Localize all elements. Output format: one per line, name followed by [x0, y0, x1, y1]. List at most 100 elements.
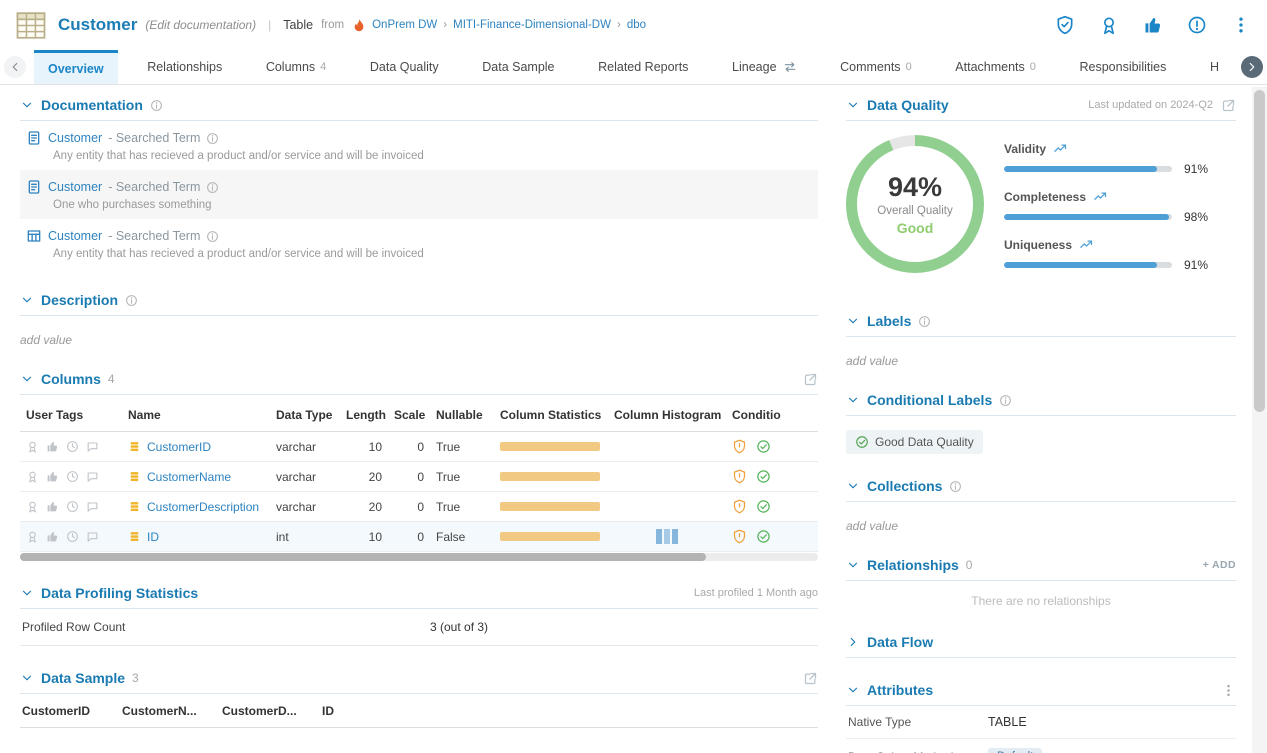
tab-related-reports[interactable]: Related Reports — [584, 50, 702, 84]
tab-data-quality[interactable]: Data Quality — [356, 50, 453, 84]
info-icon[interactable] — [949, 480, 962, 493]
collections-add-value[interactable]: add value — [846, 519, 1236, 533]
page-vertical-scrollbar[interactable] — [1252, 87, 1267, 753]
chevron-down-icon[interactable] — [846, 393, 860, 407]
column-link[interactable]: CustomerName — [128, 470, 264, 484]
comment-icon[interactable] — [86, 530, 99, 543]
external-link-icon[interactable] — [1221, 98, 1236, 113]
columns-horizontal-scrollbar[interactable] — [20, 553, 818, 561]
shield-warning-icon[interactable] — [732, 529, 747, 544]
column-link[interactable]: CustomerID — [128, 440, 264, 454]
tab-columns[interactable]: Columns4 — [252, 50, 340, 84]
tab-overview[interactable]: Overview — [34, 50, 118, 84]
chevron-down-icon[interactable] — [20, 98, 34, 112]
breadcrumb-source[interactable]: OnPrem DW — [372, 19, 437, 31]
info-icon[interactable] — [918, 315, 931, 328]
trend-up-icon[interactable] — [1093, 189, 1108, 204]
add-relationship-button[interactable]: + ADD — [1203, 559, 1236, 571]
tab-comments[interactable]: Comments0 — [826, 50, 926, 84]
chevron-down-icon[interactable] — [20, 293, 34, 307]
info-icon[interactable] — [125, 294, 138, 307]
collections-title[interactable]: Collections — [867, 478, 942, 494]
term-link[interactable]: Customer — [48, 229, 102, 243]
check-circle-icon[interactable] — [756, 529, 771, 544]
kebab-menu-icon[interactable] — [1231, 15, 1251, 35]
clock-icon[interactable] — [66, 440, 79, 453]
profiling-title[interactable]: Data Profiling Statistics — [41, 585, 198, 601]
medal-icon[interactable] — [26, 440, 39, 453]
conditional-labels-title[interactable]: Conditional Labels — [867, 392, 992, 408]
scrollbar-thumb[interactable] — [20, 553, 706, 561]
breadcrumb-database[interactable]: MITI-Finance-Dimensional-DW — [453, 19, 611, 31]
data-sample-title[interactable]: Data Sample — [41, 670, 125, 686]
columns-title[interactable]: Columns — [41, 371, 101, 387]
trend-up-icon[interactable] — [1079, 237, 1094, 252]
description-title[interactable]: Description — [41, 292, 118, 308]
info-icon[interactable] — [206, 230, 219, 243]
medal-icon[interactable] — [26, 500, 39, 513]
info-icon[interactable] — [206, 181, 219, 194]
info-icon[interactable] — [206, 132, 219, 145]
labels-title[interactable]: Labels — [867, 313, 911, 329]
edit-documentation-link[interactable]: (Edit documentation) — [145, 18, 256, 32]
tabs-scroll-right-button[interactable] — [1237, 50, 1267, 84]
data-quality-title[interactable]: Data Quality — [867, 97, 949, 113]
kebab-menu-icon[interactable] — [1221, 683, 1236, 698]
column-link[interactable]: ID — [128, 530, 264, 544]
tab-attachments[interactable]: Attachments0 — [941, 50, 1050, 84]
column-link[interactable]: CustomerDescription — [128, 500, 264, 514]
chevron-down-icon[interactable] — [846, 558, 860, 572]
attributes-title[interactable]: Attributes — [867, 682, 933, 698]
conditional-label-chip[interactable]: Good Data Quality — [846, 430, 983, 454]
chevron-down-icon[interactable] — [20, 372, 34, 386]
comment-icon[interactable] — [86, 470, 99, 483]
tab-data-sample[interactable]: Data Sample — [468, 50, 568, 84]
shield-warning-icon[interactable] — [732, 469, 747, 484]
comment-icon[interactable] — [86, 500, 99, 513]
clock-icon[interactable] — [66, 500, 79, 513]
documentation-title[interactable]: Documentation — [41, 97, 143, 113]
thumbs-up-icon[interactable] — [46, 470, 59, 483]
alert-circle-icon[interactable] — [1187, 15, 1207, 35]
chevron-down-icon[interactable] — [846, 479, 860, 493]
scrollbar-thumb[interactable] — [1254, 90, 1265, 412]
relationships-title[interactable]: Relationships — [867, 557, 959, 573]
thumbs-up-icon[interactable] — [46, 440, 59, 453]
chevron-down-icon[interactable] — [846, 314, 860, 328]
tabs-scroll-left-button[interactable] — [0, 50, 30, 84]
chevron-down-icon[interactable] — [20, 671, 34, 685]
shield-warning-icon[interactable] — [732, 439, 747, 454]
breadcrumb-schema[interactable]: dbo — [627, 19, 646, 31]
column-statistics-bar[interactable] — [500, 472, 600, 481]
clock-icon[interactable] — [66, 530, 79, 543]
info-icon[interactable] — [150, 99, 163, 112]
external-link-icon[interactable] — [803, 372, 818, 387]
term-link[interactable]: Customer — [48, 180, 102, 194]
labels-add-value[interactable]: add value — [846, 354, 1236, 368]
column-statistics-bar[interactable] — [500, 532, 600, 541]
column-statistics-bar[interactable] — [500, 442, 600, 451]
tab-relationships[interactable]: Relationships — [133, 50, 236, 84]
term-link[interactable]: Customer — [48, 131, 102, 145]
shield-warning-icon[interactable] — [732, 499, 747, 514]
chevron-down-icon[interactable] — [20, 586, 34, 600]
quality-badge-icon[interactable] — [1099, 15, 1119, 35]
clock-icon[interactable] — [66, 470, 79, 483]
medal-icon[interactable] — [26, 530, 39, 543]
medal-icon[interactable] — [26, 470, 39, 483]
info-icon[interactable] — [999, 394, 1012, 407]
data-flow-title[interactable]: Data Flow — [867, 634, 933, 650]
comment-icon[interactable] — [86, 440, 99, 453]
thumbs-up-icon[interactable] — [46, 500, 59, 513]
shield-check-icon[interactable] — [1055, 15, 1075, 35]
tab-lineage[interactable]: Lineage — [718, 50, 811, 84]
column-statistics-bar[interactable] — [500, 502, 600, 511]
chevron-right-icon[interactable] — [846, 635, 860, 649]
thumbs-up-icon[interactable] — [1143, 15, 1163, 35]
check-circle-icon[interactable] — [756, 499, 771, 514]
tab-history[interactable]: H — [1196, 50, 1233, 84]
check-circle-icon[interactable] — [756, 469, 771, 484]
external-link-icon[interactable] — [803, 671, 818, 686]
tab-responsibilities[interactable]: Responsibilities — [1065, 50, 1180, 84]
thumbs-up-icon[interactable] — [46, 530, 59, 543]
